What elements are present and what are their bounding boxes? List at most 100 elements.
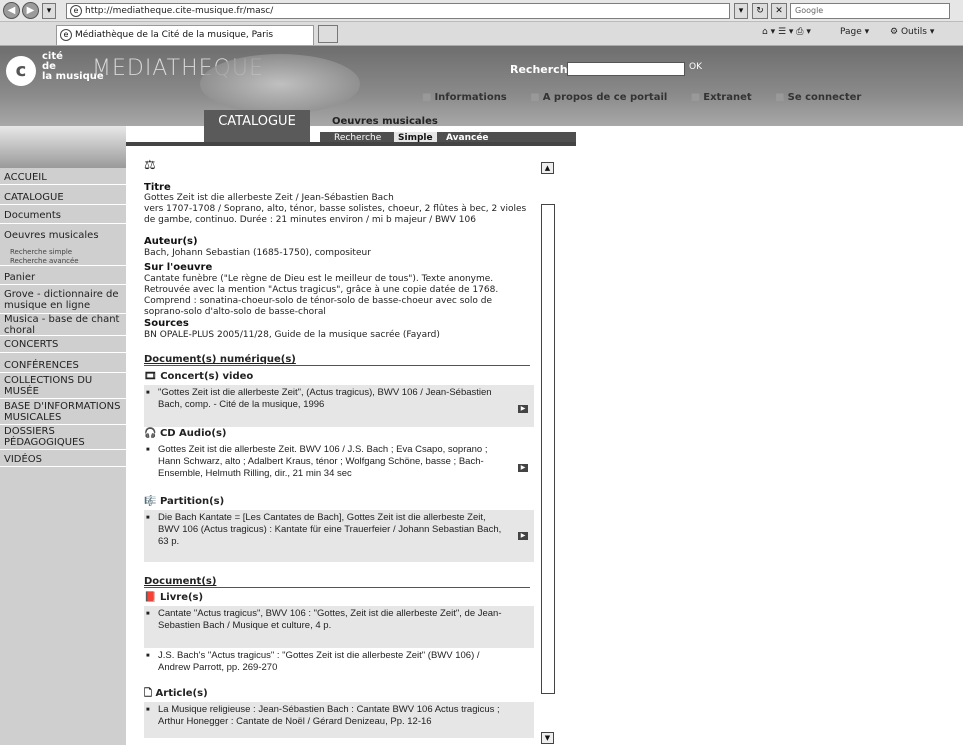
cd-audio-text: Gottes Zeit ist die allerbeste Zeit. BWV… [158,444,488,479]
content-scrollbar[interactable] [541,204,555,694]
play-icon[interactable]: ▶ [518,464,528,472]
livre-item-2[interactable]: J.S. Bach's "Actus tragicus" : "Gottes Z… [144,648,534,684]
globe-icon: e [60,29,72,41]
scales-icon: ⚖ [144,158,156,173]
globe-icon: e [70,5,82,17]
url-text: http://mediatheque.cite-musique.fr/masc/ [85,6,274,16]
browser-search-input[interactable]: Google [790,3,950,19]
partition-item[interactable]: Die Bach Kantate = [Les Cantates de Bach… [144,510,534,562]
numeriques-header: Document(s) numérique(s) [144,354,530,366]
titre-label: Titre [144,182,171,193]
stop-icon[interactable]: ✕ [771,3,787,19]
url-dropdown-icon[interactable]: ▾ [734,3,748,19]
browser-address-bar-row: ◀ ▶ ▾ e http://mediatheque.cite-musique.… [0,0,963,22]
link-a-propos-label: A propos de ce portail [542,92,668,103]
tab-title: Médiathèque de la Cité de la musique, Pa… [75,30,274,40]
cd-audio-header: 🎧 CD Audio(s) [144,428,226,439]
concert-video-item[interactable]: "Gottes Zeit ist die allerbeste Zeit", (… [144,385,534,427]
oeuvres-tab: Oeuvres musicales Recherche Simple Avanc… [320,110,576,146]
oeuvres-title: Oeuvres musicales [332,116,438,127]
browser-tab[interactable]: e Médiathèque de la Cité de la musique, … [56,25,314,45]
document-icon: 🗋 [144,688,153,699]
nav-accueil[interactable]: ACCUEIL [0,170,126,185]
header-decoration [200,54,360,114]
refresh-icon[interactable]: ↻ [752,3,768,19]
article-text: La Musique religieuse : Jean-Sébastien B… [158,704,500,727]
catalogue-tab[interactable]: CATALOGUE [204,110,310,146]
play-icon[interactable]: ▶ [518,532,528,540]
link-a-propos[interactable]: ■ A propos de ce portail [530,92,677,103]
nav-oeuvres-musicales[interactable]: Oeuvres musicales [0,229,126,242]
header-rule [126,142,576,146]
titre-value: Gottes Zeit ist die allerbeste Zeit / Je… [144,193,394,203]
concert-video-text: "Gottes Zeit ist die allerbeste Zeit", (… [158,387,492,410]
left-nav: ACCUEIL CATALOGUE Documents Oeuvres musi… [0,168,126,745]
history-dropdown-icon[interactable]: ▾ [42,3,56,19]
livre-item-1[interactable]: Cantate "Actus tragicus", BWV 106 : "Got… [144,606,534,648]
concert-video-header: 🎞 Concert(s) video [144,371,253,382]
cd-audio-label: CD Audio(s) [159,428,227,439]
nav-documents[interactable]: Documents [0,208,126,224]
articles-label: Article(s) [155,688,208,699]
browser-tab-row: ☆✚ e Médiathèque de la Cité de la musiqu… [0,22,963,64]
tools-menu-label: Outils [900,27,927,37]
auteurs-label: Auteur(s) [144,236,198,247]
play-icon[interactable]: ▶ [518,405,528,413]
nav-panier[interactable]: Panier [0,270,126,285]
nav-grove[interactable]: Grove - dictionnaire de musique en ligne [0,289,126,314]
video-icon: 🎞 [144,371,157,382]
cite-musique-logo-icon[interactable]: c [6,56,36,86]
scroll-down-icon[interactable]: ▼ [541,732,554,744]
score-icon: 🎼 [144,496,157,507]
forward-icon[interactable]: ▶ [22,2,39,19]
partition-text: Die Bach Kantate = [Les Cantates de Bach… [158,512,502,547]
nav-conferences[interactable]: CONFÉRENCES [0,358,126,373]
livres-header: 📕 Livre(s) [144,592,203,603]
nav-recherche-avancee[interactable]: Recherche avancée [0,257,126,266]
page-menu-label: Page [840,27,862,37]
nav-musica[interactable]: Musica - base de chant choral [0,314,126,336]
url-field[interactable]: e http://mediatheque.cite-musique.fr/mas… [66,3,730,19]
nav-collections[interactable]: COLLECTIONS DU MUSÉE [0,375,126,399]
sources-value: BN OPALE-PLUS 2005/11/28, Guide de la mu… [144,330,440,340]
headphones-icon: 🎧 [144,428,157,439]
site-search-ok-button[interactable]: OK [689,62,702,72]
nav-recherche-simple[interactable]: Recherche simple [0,248,126,256]
sidebar-photo [0,126,126,168]
link-informations-label: Informations [434,92,507,103]
concert-video-label: Concert(s) video [160,371,254,382]
sur-oeuvre-value: Cantate funèbre ("Le règne de Dieu est l… [144,274,499,317]
link-informations[interactable]: ■ Informations [422,92,517,103]
link-extranet[interactable]: ■ Extranet [691,92,762,103]
back-icon[interactable]: ◀ [3,2,20,19]
titre-detail: vers 1707-1708 / Soprano, alto, ténor, b… [144,204,527,225]
new-tab-button[interactable] [318,25,338,43]
link-se-connecter[interactable]: ■ Se connecter [775,92,871,103]
nav-catalogue[interactable]: CATALOGUE [0,190,126,205]
auteurs-value: Bach, Johann Sebastian (1685-1750), comp… [144,248,371,258]
articles-header: 🗋 Article(s) [144,688,208,699]
page-menu[interactable]: Page ▾ [840,27,869,37]
top-links: ■ Informations ■ A propos de ce portail ■ E… [422,92,881,103]
link-se-connecter-label: Se connecter [787,92,862,103]
article-item[interactable]: La Musique religieuse : Jean-Sébastien B… [144,702,534,738]
partition-header: 🎼 Partition(s) [144,496,224,507]
livre-item-1-text: Cantate "Actus tragicus", BWV 106 : "Got… [158,608,502,631]
livre-item-2-text: J.S. Bach's "Actus tragicus" : "Gottes Z… [158,650,480,673]
site-search-input[interactable] [567,62,685,76]
nav-concerts[interactable]: CONCERTS [0,336,126,353]
sources-label: Sources [144,318,189,329]
nav-dossiers[interactable]: DOSSIERS PÉDAGOGIQUES [0,426,126,450]
livres-label: Livre(s) [159,592,204,603]
home-icon[interactable]: ⌂ ▾ ☰ ▾ ⎙ ▾ [762,27,811,37]
tools-menu[interactable]: ⚙ Outils ▾ [890,27,934,37]
book-icon: 📕 [144,592,157,603]
scroll-up-icon[interactable]: ▲ [541,162,554,174]
cd-audio-item[interactable]: Gottes Zeit ist die allerbeste Zeit. BWV… [144,442,534,494]
link-extranet-label: Extranet [703,92,752,103]
partition-label: Partition(s) [159,496,225,507]
nav-videos[interactable]: VIDÉOS [0,452,126,467]
site-search-label: Recherche [510,63,575,76]
sur-oeuvre-label: Sur l'oeuvre [144,262,213,273]
nav-base-informations[interactable]: BASE D'INFORMATIONS MUSICALES [0,401,126,425]
